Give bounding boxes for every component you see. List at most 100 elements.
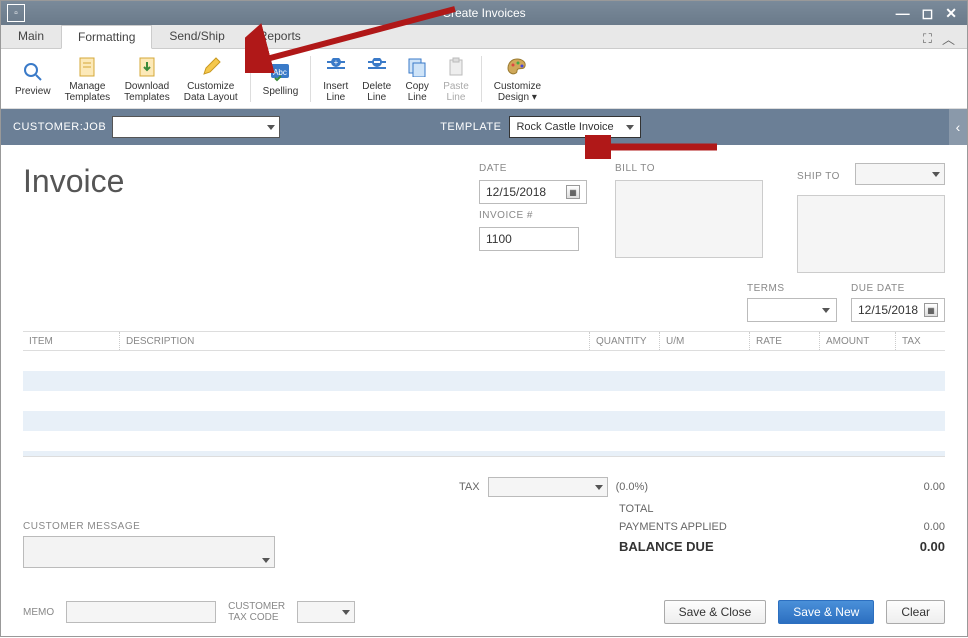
paste-line-button: Paste Line (437, 52, 475, 106)
customer-message-select[interactable] (23, 536, 275, 568)
duedate-value: 12/15/2018 (858, 303, 918, 317)
delete-line-label: Delete Line (362, 81, 391, 103)
magnifier-icon (21, 60, 45, 84)
chevron-down-icon (595, 485, 603, 490)
pencil-icon (199, 55, 223, 79)
tab-sendship[interactable]: Send/Ship (152, 24, 241, 48)
preview-label: Preview (15, 86, 51, 97)
grid-body[interactable] (23, 351, 945, 457)
copy-icon (405, 55, 429, 79)
balance-due-label: BALANCE DUE (619, 539, 714, 554)
spellcheck-icon: Abc (268, 60, 292, 84)
preview-button[interactable]: Preview (9, 52, 57, 106)
tax-select[interactable] (488, 477, 608, 497)
table-row[interactable] (23, 391, 945, 411)
window-icon: ▫ (7, 4, 25, 22)
taxcode-label: CUSTOMER TAX CODE (228, 601, 285, 623)
template-label: TEMPLATE (440, 121, 501, 133)
tax-pct: (0.0%) (616, 481, 648, 493)
invoice-num-label: INVOICE # (479, 210, 597, 221)
tab-main[interactable]: Main (1, 24, 61, 48)
insert-icon: + (324, 55, 348, 79)
invoice-num-value: 1100 (486, 232, 512, 246)
invoice-num-input[interactable]: 1100 (479, 227, 579, 251)
customize-design-button[interactable]: Customize Design ▾ (488, 52, 547, 106)
delete-icon (365, 55, 389, 79)
date-label: DATE (479, 163, 597, 174)
ribbon: Preview Manage Templates Download Templa… (1, 49, 967, 109)
billto-box[interactable] (615, 180, 763, 258)
history-panel-toggle[interactable]: ‹ (949, 109, 967, 145)
customize-design-label: Customize Design ▾ (494, 81, 541, 103)
close-icon[interactable]: ✕ (945, 5, 957, 22)
expand-icon[interactable]: ⛶ (923, 31, 932, 47)
col-quantity: QUANTITY (589, 332, 659, 350)
palette-icon (505, 55, 529, 79)
shipto-box[interactable] (797, 195, 945, 273)
col-description: DESCRIPTION (119, 332, 589, 350)
maximize-icon[interactable]: ◻ (922, 5, 934, 22)
chevron-down-icon (932, 172, 940, 177)
chevron-down-icon (626, 125, 634, 130)
col-um: U/M (659, 332, 749, 350)
tax-label: TAX (459, 481, 480, 493)
chevron-down-icon (262, 558, 270, 563)
tax-amount: 0.00 (867, 481, 945, 493)
window-title: Create Invoices (442, 6, 525, 20)
customer-message-label: CUSTOMER MESSAGE (23, 521, 275, 532)
spelling-button[interactable]: Abc Spelling (257, 52, 305, 106)
table-row[interactable] (23, 431, 945, 451)
template-value: Rock Castle Invoice (516, 121, 613, 133)
delete-line-button[interactable]: Delete Line (356, 52, 397, 106)
tab-formatting[interactable]: Formatting (61, 25, 152, 49)
taxcode-select[interactable] (297, 601, 355, 623)
save-close-button[interactable]: Save & Close (664, 600, 767, 624)
svg-text:+: + (333, 58, 338, 67)
spelling-label: Spelling (263, 86, 299, 97)
download-templates-label: Download Templates (124, 81, 170, 103)
billto-label: BILL TO (615, 163, 763, 174)
insert-line-button[interactable]: + Insert Line (317, 52, 354, 106)
table-row[interactable] (23, 411, 945, 431)
table-row[interactable] (23, 351, 945, 371)
col-amount: AMOUNT (819, 332, 895, 350)
manage-templates-button[interactable]: Manage Templates (59, 52, 117, 106)
shipto-select[interactable] (855, 163, 945, 185)
paste-icon (444, 55, 468, 79)
minimize-icon[interactable]: — (896, 5, 910, 22)
customize-layout-label: Customize Data Layout (184, 81, 238, 103)
copy-line-button[interactable]: Copy Line (399, 52, 435, 106)
insert-line-label: Insert Line (323, 81, 348, 103)
memo-label: MEMO (23, 607, 54, 618)
duedate-input[interactable]: 12/15/2018 ▦ (851, 298, 945, 322)
tabbar: Main Formatting Send/Ship Reports ⛶ ︿ (1, 25, 967, 49)
total-amount (865, 503, 945, 515)
payments-applied-label: PAYMENTS APPLIED (619, 521, 727, 533)
table-row[interactable] (23, 371, 945, 391)
download-templates-button[interactable]: Download Templates (118, 52, 176, 106)
clear-button[interactable]: Clear (886, 600, 945, 624)
chevron-down-icon (342, 610, 350, 615)
terms-select[interactable] (747, 298, 837, 322)
customize-layout-button[interactable]: Customize Data Layout (178, 52, 244, 106)
payments-applied-amount: 0.00 (865, 521, 945, 533)
invoice-form: Invoice DATE 12/15/2018 ▦ INVOICE # 1100… (1, 145, 967, 638)
table-row[interactable] (23, 451, 945, 457)
tab-reports[interactable]: Reports (242, 24, 318, 48)
duedate-label: DUE DATE (851, 283, 945, 294)
line-items-grid: ITEM DESCRIPTION QUANTITY U/M RATE AMOUN… (23, 331, 945, 457)
total-label: TOTAL (619, 503, 653, 515)
collapse-icon[interactable]: ︿ (942, 29, 955, 48)
paste-line-label: Paste Line (443, 81, 469, 103)
customer-job-select[interactable] (112, 116, 280, 138)
save-new-button[interactable]: Save & New (778, 600, 874, 624)
col-rate: RATE (749, 332, 819, 350)
memo-input[interactable] (66, 601, 216, 623)
col-tax: TAX (895, 332, 945, 350)
calendar-icon[interactable]: ▦ (566, 185, 580, 199)
chevron-down-icon (822, 308, 830, 313)
customer-job-label: CUSTOMER:JOB (13, 121, 106, 133)
date-input[interactable]: 12/15/2018 ▦ (479, 180, 587, 204)
calendar-icon[interactable]: ▦ (924, 303, 938, 317)
template-select[interactable]: Rock Castle Invoice (509, 116, 641, 138)
